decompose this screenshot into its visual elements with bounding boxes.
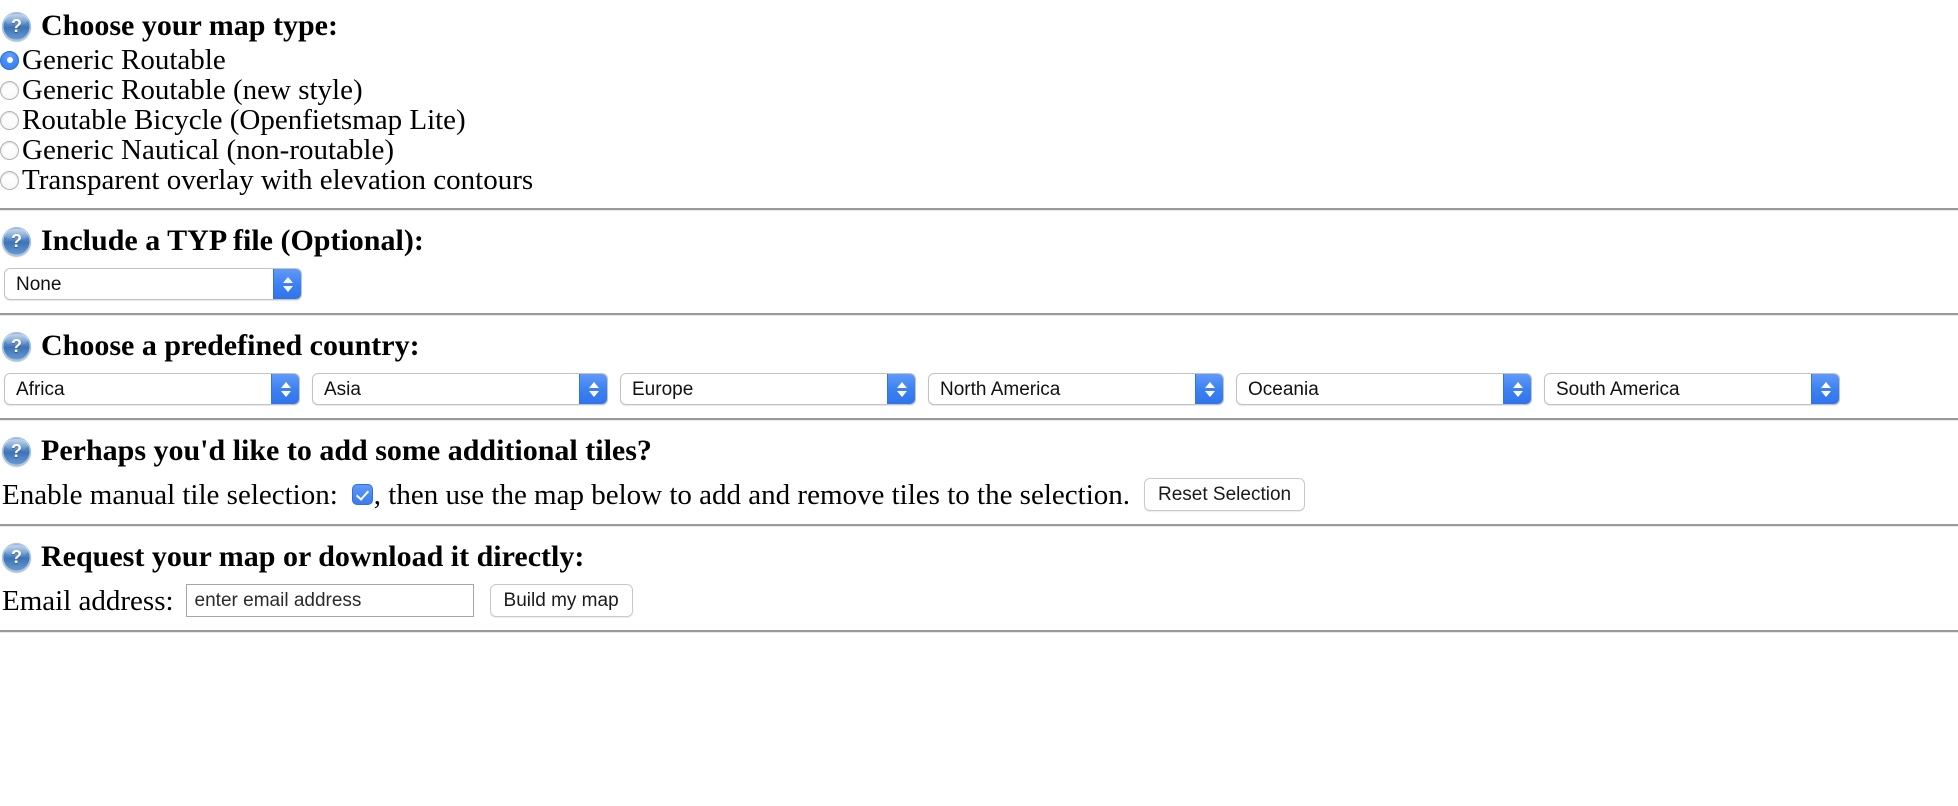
country-select-africa-value: Africa (16, 378, 65, 400)
help-question-icon[interactable]: ? (2, 436, 31, 466)
chevron-updown-icon[interactable] (1811, 374, 1839, 404)
manual-tile-selection-label: Enable manual tile selection: (2, 478, 338, 511)
help-question-icon[interactable]: ? (2, 11, 31, 41)
radio-input-transparent-overlay[interactable] (0, 170, 19, 190)
radio-label-routable-bicycle: Routable Bicycle (Openfietsmap Lite) (22, 104, 466, 136)
chevron-up-icon (896, 381, 907, 388)
help-question-icon[interactable]: ? (2, 226, 31, 256)
help-question-icon[interactable]: ? (2, 542, 31, 572)
divider-1 (0, 208, 1958, 211)
radio-option-routable-bicycle[interactable]: Routable Bicycle (Openfietsmap Lite) (0, 105, 1958, 135)
divider-3 (0, 418, 1958, 421)
manual-tile-selection-checkbox[interactable] (351, 484, 373, 505)
map-type-heading: Choose your map type: (41, 9, 338, 42)
help-icon-glyph: ? (11, 231, 22, 251)
chevron-updown-icon[interactable] (273, 269, 301, 299)
radio-input-routable-bicycle[interactable] (0, 110, 19, 130)
chevron-updown-icon[interactable] (579, 374, 607, 404)
radio-input-generic-routable[interactable] (0, 50, 19, 70)
chevron-up-icon (588, 381, 599, 388)
typ-file-select-value: None (16, 273, 62, 295)
manual-tile-selection-hint: , then use the map below to add and remo… (373, 478, 1131, 511)
typ-file-heading: Include a TYP file (Optional): (41, 224, 424, 257)
radio-input-generic-nautical[interactable] (0, 140, 19, 160)
chevron-up-icon (1512, 381, 1523, 388)
section-request-map: ? Request your map or download it direct… (0, 540, 1958, 617)
radio-option-generic-nautical[interactable]: Generic Nautical (non-routable) (0, 135, 1958, 165)
build-my-map-button[interactable]: Build my map (489, 584, 633, 617)
radio-label-generic-nautical: Generic Nautical (non-routable) (22, 134, 394, 166)
section-predefined-country: ? Choose a predefined country: Africa As… (0, 329, 1958, 405)
request-heading: Request your map or download it directly… (41, 540, 585, 573)
reset-selection-button[interactable]: Reset Selection (1144, 478, 1306, 511)
chevron-up-icon (1204, 381, 1215, 388)
country-select-row: Africa Asia Europe North America Oceania… (0, 373, 1958, 405)
chevron-down-icon (588, 390, 599, 397)
email-label: Email address: (2, 584, 174, 617)
tiles-heading-row: ? Perhaps you'd like to add some additio… (0, 434, 1958, 468)
country-select-africa[interactable]: Africa (4, 373, 300, 405)
chevron-up-icon (282, 276, 293, 283)
section-map-type: ? Choose your map type: Generic Routable… (0, 0, 1958, 195)
tiles-control-row: Enable manual tile selection: , then use… (0, 478, 1958, 511)
country-select-north-america[interactable]: North America (928, 373, 1224, 405)
chevron-down-icon (896, 390, 907, 397)
divider-5 (0, 630, 1958, 633)
radio-input-generic-routable-new-style[interactable] (0, 80, 19, 100)
chevron-updown-icon[interactable] (1195, 374, 1223, 404)
country-heading: Choose a predefined country: (41, 329, 420, 362)
map-type-radio-group: Generic Routable Generic Routable (new s… (0, 45, 1958, 195)
chevron-updown-icon[interactable] (887, 374, 915, 404)
email-input[interactable] (185, 584, 474, 617)
country-select-oceania-value: Oceania (1248, 378, 1319, 400)
radio-label-transparent-overlay: Transparent overlay with elevation conto… (22, 164, 534, 196)
radio-option-transparent-overlay[interactable]: Transparent overlay with elevation conto… (0, 165, 1958, 195)
country-select-south-america[interactable]: South America (1544, 373, 1840, 405)
email-control-row: Email address: Build my map (0, 584, 1958, 617)
divider-2 (0, 313, 1958, 316)
typ-file-select[interactable]: None (4, 268, 302, 300)
radio-label-generic-routable-new-style: Generic Routable (new style) (22, 74, 363, 106)
radio-option-generic-routable[interactable]: Generic Routable (0, 45, 1958, 75)
help-question-icon[interactable]: ? (2, 331, 31, 361)
country-select-europe[interactable]: Europe (620, 373, 916, 405)
divider-4 (0, 524, 1958, 527)
tiles-heading: Perhaps you'd like to add some additiona… (41, 434, 652, 467)
section-additional-tiles: ? Perhaps you'd like to add some additio… (0, 434, 1958, 511)
radio-option-generic-routable-new-style[interactable]: Generic Routable (new style) (0, 75, 1958, 105)
country-select-south-america-value: South America (1556, 378, 1680, 400)
chevron-down-icon (1204, 390, 1215, 397)
country-select-asia[interactable]: Asia (312, 373, 608, 405)
radio-label-generic-routable: Generic Routable (22, 44, 226, 76)
chevron-down-icon (280, 390, 291, 397)
typ-file-select-row: None (0, 268, 1958, 300)
help-icon-glyph: ? (11, 441, 22, 461)
typ-file-heading-row: ? Include a TYP file (Optional): (0, 224, 1958, 258)
chevron-updown-icon[interactable] (271, 374, 299, 404)
chevron-up-icon (1820, 381, 1831, 388)
help-icon-glyph: ? (11, 547, 22, 567)
chevron-updown-icon[interactable] (1503, 374, 1531, 404)
country-heading-row: ? Choose a predefined country: (0, 329, 1958, 363)
section-typ-file: ? Include a TYP file (Optional): None (0, 224, 1958, 300)
country-select-asia-value: Asia (324, 378, 361, 400)
map-builder-form: ? Choose your map type: Generic Routable… (0, 0, 1958, 633)
help-icon-glyph: ? (11, 336, 22, 356)
chevron-down-icon (282, 285, 293, 292)
country-select-north-america-value: North America (940, 378, 1061, 400)
country-select-oceania[interactable]: Oceania (1236, 373, 1532, 405)
chevron-down-icon (1512, 390, 1523, 397)
help-icon-glyph: ? (11, 16, 22, 36)
chevron-up-icon (280, 381, 291, 388)
chevron-down-icon (1820, 390, 1831, 397)
country-select-europe-value: Europe (632, 378, 694, 400)
map-type-heading-row: ? Choose your map type: (0, 9, 1958, 43)
request-heading-row: ? Request your map or download it direct… (0, 540, 1958, 574)
